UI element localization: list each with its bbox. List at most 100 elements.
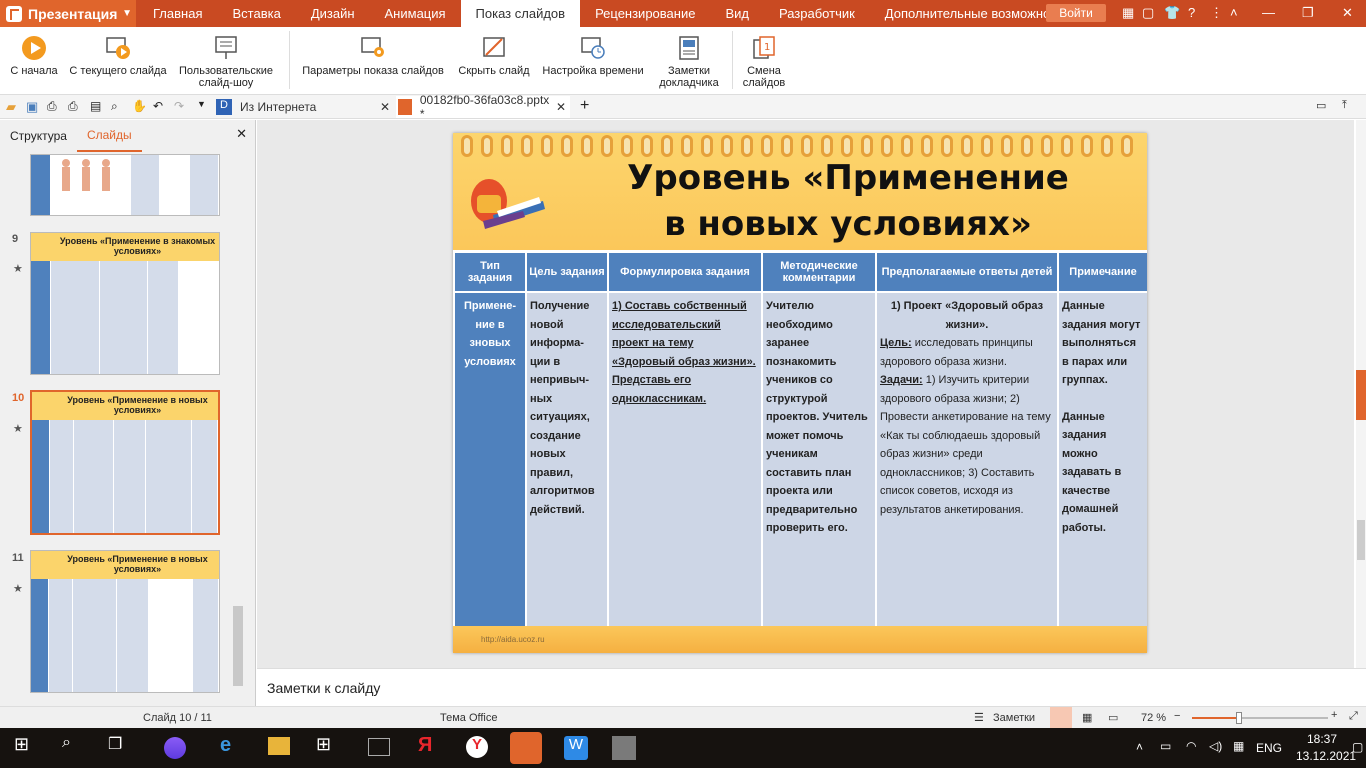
note-pairs: Данные задания могут выполняться в парах… <box>1062 300 1141 386</box>
reading-view-icon[interactable]: ▭ <box>1108 711 1118 724</box>
minimize-icon[interactable]: — <box>1262 5 1275 20</box>
from-current-button[interactable]: С текущего слайда <box>66 27 170 95</box>
cell-task-type: Примене-ние в зновых условиях <box>453 291 527 628</box>
slide-notes[interactable]: Заметки к слайду <box>257 668 1366 706</box>
slide-thumbnail[interactable]: Уровень «Применение в знакомых условиях» <box>30 232 220 375</box>
menu-animation[interactable]: Анимация <box>370 0 461 27</box>
help-icon[interactable]: ? <box>1188 5 1195 20</box>
close-icon[interactable]: ✕ <box>236 126 247 142</box>
show-settings-button[interactable]: Параметры показа слайдов <box>296 27 450 95</box>
fit-icon[interactable]: ⤢ <box>1349 710 1358 723</box>
tab-structure[interactable]: Структура <box>0 120 77 152</box>
chevron-down-icon[interactable]: ▼ <box>197 99 212 114</box>
alice-icon[interactable] <box>164 737 186 759</box>
search-icon[interactable]: ⌕ <box>62 734 90 762</box>
notes-toggle-label[interactable]: Заметки <box>993 712 1035 724</box>
search-doc-icon[interactable]: ⌕ <box>111 99 126 114</box>
zoom-in-icon[interactable]: + <box>1331 709 1337 721</box>
keyboard-icon[interactable]: ▦ <box>1233 739 1244 753</box>
chevron-up-icon[interactable]: ˄ <box>1230 5 1238 20</box>
normal-view-icon[interactable] <box>1050 707 1072 728</box>
slide-thumbnail-selected[interactable]: Уровень «Применение в новых условиях» <box>30 390 220 535</box>
window-icon[interactable]: ▢ <box>1142 5 1154 21</box>
close-icon[interactable]: ✕ <box>556 100 566 114</box>
wps-presentation-icon[interactable] <box>510 732 542 764</box>
language-indicator[interactable]: ENG <box>1256 741 1282 755</box>
more-icon[interactable]: ⋮ <box>1210 5 1223 21</box>
thumbnails-scrollbar[interactable] <box>230 156 246 696</box>
network-icon[interactable]: ▭ <box>1160 739 1171 753</box>
asus-icon[interactable] <box>368 738 390 756</box>
clock-time[interactable]: 18:37 <box>1300 732 1344 746</box>
edge-icon[interactable]: e <box>220 734 248 762</box>
clock-date[interactable]: 13.12.2021 <box>1296 749 1356 763</box>
wifi-icon[interactable]: ◠ <box>1186 739 1196 753</box>
zoom-slider[interactable] <box>1192 712 1328 724</box>
store-icon[interactable]: ⊞ <box>316 734 344 762</box>
close-icon[interactable]: ✕ <box>1342 5 1353 21</box>
zoom-slider-thumb[interactable] <box>1236 712 1242 724</box>
menu-insert[interactable]: Вставка <box>217 0 295 27</box>
wps-writer-icon[interactable]: W <box>564 736 588 760</box>
menu-home[interactable]: Главная <box>138 0 217 27</box>
tab-file-label: 00182fb0-36fa03c8.pptx * <box>419 93 550 121</box>
login-button[interactable]: Войти <box>1046 4 1106 22</box>
print-icon[interactable]: ⎙ <box>68 99 83 114</box>
pdf-icon[interactable]: ⎙ <box>47 99 62 114</box>
custom-show-button[interactable]: Пользовательские слайд-шоу <box>172 27 280 95</box>
slide-thumbnail[interactable]: Уровень «Применение в новых условиях» <box>30 550 220 693</box>
custom-show-label: Пользовательские слайд-шоу <box>179 65 273 89</box>
tab-slides[interactable]: Слайды <box>76 120 142 152</box>
menu-slideshow[interactable]: Показ слайдов <box>460 0 581 27</box>
redo-icon[interactable]: ↷ <box>174 99 189 114</box>
slide-sorter-icon[interactable]: ▦ <box>1082 711 1092 724</box>
notes-toggle-icon[interactable]: ☰ <box>974 711 984 724</box>
menu-review[interactable]: Рецензирование <box>580 0 710 27</box>
slide[interactable]: Уровень «Применение в новых условиях» Ти… <box>453 133 1147 653</box>
slide-transition-button[interactable]: 1 Смена слайдов <box>736 27 792 95</box>
maximize-icon[interactable]: ❐ <box>1302 5 1314 21</box>
zoom-out-icon[interactable]: − <box>1174 710 1180 722</box>
app-menu-button[interactable]: Презентация ▼ <box>0 0 136 27</box>
slide-thumbnail[interactable] <box>30 154 220 216</box>
header-note: Примечание <box>1057 251 1147 293</box>
canvas-scrollbar[interactable] <box>1356 120 1366 668</box>
yandex-icon[interactable]: Я <box>418 734 446 762</box>
hide-slide-button[interactable]: Скрыть слайд <box>454 27 534 95</box>
collapse-icon[interactable]: ⤒ <box>1342 99 1357 114</box>
scrollbar-thumb[interactable] <box>233 606 243 686</box>
apps-icon[interactable]: ▦ <box>1122 5 1134 21</box>
menu-view[interactable]: Вид <box>710 0 764 27</box>
slide-footer: http://aida.ucoz.ru <box>453 626 1147 653</box>
header-task-goal: Цель задания <box>525 251 609 293</box>
close-icon[interactable]: ✕ <box>380 100 390 114</box>
tab-presentation-file[interactable]: 00182fb0-36fa03c8.pptx * ✕ <box>396 93 570 121</box>
notifications-icon[interactable]: ▢ <box>1352 740 1363 754</box>
app-icon[interactable] <box>612 736 636 760</box>
file-explorer-icon[interactable] <box>268 737 290 755</box>
volume-icon[interactable]: ◁) <box>1209 739 1222 753</box>
shirt-icon[interactable]: 👕 <box>1164 5 1180 21</box>
yandex-browser-icon[interactable]: Y <box>466 736 488 758</box>
speaker-notes-button[interactable]: Заметки докладчика <box>654 27 724 95</box>
timing-button[interactable]: Настройка времени <box>536 27 650 95</box>
scroll-indicator <box>1356 370 1366 420</box>
save-icon[interactable]: ▣ <box>26 99 41 114</box>
tab-internet[interactable]: D Из Интернета ✕ <box>216 96 394 118</box>
undo-icon[interactable]: ↶ <box>153 99 168 114</box>
header-comments: Методические комментарии <box>761 251 877 293</box>
menu-design[interactable]: Дизайн <box>296 0 370 27</box>
scrollbar-thumb[interactable] <box>1357 520 1365 560</box>
header-task-wording: Формулировка задания <box>607 251 763 293</box>
print-preview-icon[interactable]: ▤ <box>90 99 105 114</box>
new-tab-icon[interactable]: + <box>580 97 595 114</box>
from-start-button[interactable]: С начала <box>6 27 62 95</box>
menu-developer[interactable]: Разработчик <box>764 0 870 27</box>
show-settings-label: Параметры показа слайдов <box>302 65 444 77</box>
open-folder-icon[interactable]: ▰ <box>6 99 21 114</box>
hand-icon[interactable]: ✋ <box>132 99 147 114</box>
layout-icon[interactable]: ▭ <box>1316 99 1331 114</box>
chevron-up-icon[interactable]: ˄ <box>1136 740 1143 754</box>
task-view-icon[interactable]: ❐ <box>108 734 136 762</box>
windows-start-icon[interactable]: ⊞ <box>14 734 42 762</box>
